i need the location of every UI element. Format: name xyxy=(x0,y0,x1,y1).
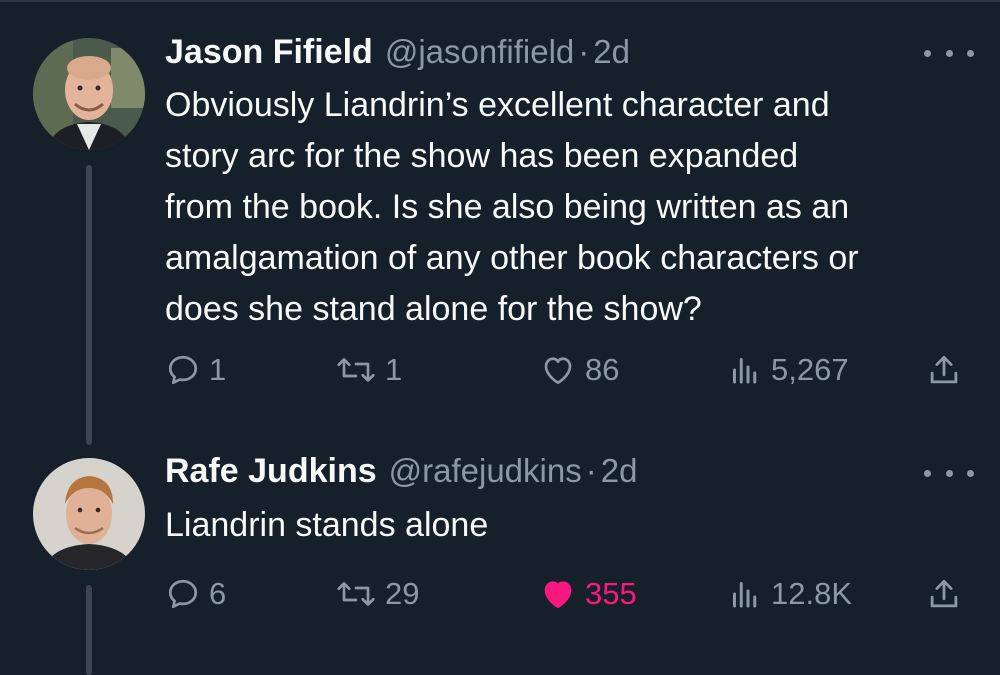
tweet-header: Jason Fifield @jasonfifield · 2d xyxy=(165,33,630,79)
views-icon xyxy=(733,358,757,384)
share-icon xyxy=(930,355,958,384)
avatar-jason-fifield[interactable] xyxy=(33,38,145,150)
tweet-text-line: amalgamation of any other book character… xyxy=(165,239,859,277)
views-count: 5,267 xyxy=(771,352,849,387)
thread-connector-line xyxy=(86,585,92,675)
tweet-actions: 6 29 355 12.8K xyxy=(165,570,975,618)
tweet-text: Liandrin stands alone xyxy=(165,500,975,551)
views-button[interactable]: 5,267 xyxy=(727,346,849,394)
tweet-header: Rafe Judkins @rafejudkins · 2d xyxy=(165,452,637,498)
tweet-text-line: from the book. Is she also being written… xyxy=(165,188,850,226)
reply-icon xyxy=(168,355,198,385)
share-button[interactable] xyxy=(925,570,963,618)
retweet-button[interactable]: 1 xyxy=(335,346,402,394)
retweet-count: 29 xyxy=(385,576,420,611)
like-icon xyxy=(544,357,572,385)
thread-connector-line xyxy=(86,165,92,445)
like-count: 355 xyxy=(585,576,637,611)
reply-button[interactable]: 1 xyxy=(165,346,226,394)
tweet-text-line: Liandrin stands alone xyxy=(165,506,489,544)
more-icon[interactable] xyxy=(924,38,974,68)
retweet-icon xyxy=(337,582,375,606)
share-icon xyxy=(930,579,958,608)
like-button[interactable]: 86 xyxy=(539,346,619,394)
views-button[interactable]: 12.8K xyxy=(727,570,852,618)
author-handle[interactable]: @rafejudkins xyxy=(389,452,582,490)
reply-count: 6 xyxy=(209,576,227,611)
timestamp[interactable]: 2d xyxy=(601,452,638,490)
tweet-text-line: story arc for the show has been expanded xyxy=(165,137,799,175)
author-handle[interactable]: @jasonfifield xyxy=(385,33,574,71)
tweet-text-line: does she stand alone for the show? xyxy=(165,290,702,328)
more-icon[interactable] xyxy=(924,458,974,488)
views-icon xyxy=(733,582,757,608)
views-count: 12.8K xyxy=(771,576,853,611)
avatar-rafe-judkins[interactable] xyxy=(33,458,145,570)
separator-dot: · xyxy=(585,452,597,489)
reply-button[interactable]: 6 xyxy=(165,570,226,618)
author-name[interactable]: Rafe Judkins xyxy=(165,452,377,491)
timestamp[interactable]: 2d xyxy=(593,33,630,71)
like-button[interactable]: 355 xyxy=(539,570,637,618)
retweet-button[interactable]: 29 xyxy=(335,570,419,618)
retweet-count: 1 xyxy=(385,352,403,387)
author-name[interactable]: Jason Fifield xyxy=(165,33,373,72)
tweet-text-line: Obviously Liandrin’s excellent character… xyxy=(165,86,830,124)
tweet-1[interactable]: Jason Fifield @jasonfifield · 2d Obvious… xyxy=(0,0,1000,445)
share-button[interactable] xyxy=(925,346,963,394)
like-icon xyxy=(544,581,572,609)
reply-icon xyxy=(168,579,198,609)
reply-count: 1 xyxy=(209,352,227,387)
like-count: 86 xyxy=(585,352,620,387)
retweet-icon xyxy=(337,358,375,382)
tweet-2[interactable]: Rafe Judkins @rafejudkins · 2d Liandrin … xyxy=(0,430,1000,675)
tweet-text: Obviously Liandrin’s excellent character… xyxy=(165,80,975,335)
separator-dot: · xyxy=(578,33,590,70)
tweet-actions: 1 1 86 5,267 xyxy=(165,346,975,394)
